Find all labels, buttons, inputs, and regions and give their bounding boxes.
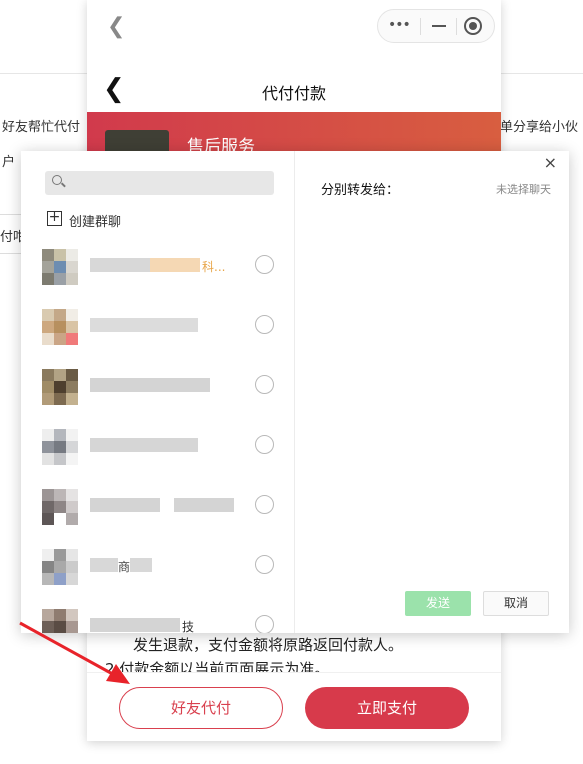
select-radio[interactable] bbox=[255, 495, 274, 514]
contact-item[interactable] bbox=[21, 363, 294, 423]
create-group-label: 创建群聊 bbox=[69, 215, 122, 230]
no-chat-selected-label: 未选择聊天 bbox=[496, 183, 551, 196]
more-icon[interactable]: ••• bbox=[388, 17, 411, 33]
minimize-icon[interactable] bbox=[432, 25, 446, 27]
background-text: 好友帮忙代付 bbox=[2, 120, 81, 135]
contact-item[interactable]: 技 bbox=[21, 603, 294, 633]
contact-name bbox=[90, 378, 240, 392]
avatar bbox=[42, 609, 78, 633]
contact-item[interactable]: 商 bbox=[21, 543, 294, 603]
avatar bbox=[42, 489, 78, 525]
search-box[interactable] bbox=[45, 171, 274, 195]
close-icon[interactable]: × bbox=[544, 153, 557, 172]
select-radio[interactable] bbox=[255, 615, 274, 633]
search-input[interactable] bbox=[67, 171, 267, 195]
avatar bbox=[42, 549, 78, 585]
divider bbox=[420, 18, 421, 35]
avatar bbox=[42, 429, 78, 465]
background-text: 单分享给小伙 bbox=[500, 120, 579, 135]
friend-pay-button[interactable]: 好友代付 bbox=[119, 687, 283, 729]
select-radio[interactable] bbox=[255, 435, 274, 454]
contact-item[interactable] bbox=[21, 483, 294, 543]
contact-picker: + 创建群聊 科... 商 技 bbox=[21, 151, 295, 633]
contact-name: 商 bbox=[90, 558, 240, 574]
divider bbox=[456, 18, 457, 35]
avatar bbox=[42, 309, 78, 345]
send-panel: × 分别转发给： 未选择聊天 发送 取消 bbox=[295, 151, 569, 633]
contact-name bbox=[90, 498, 240, 512]
avatar bbox=[42, 369, 78, 405]
select-radio[interactable] bbox=[255, 555, 274, 574]
chevron-left-icon[interactable]: ❮ bbox=[107, 14, 125, 39]
navigation-bar: ❮ 代付付款 bbox=[87, 68, 501, 112]
contact-item[interactable] bbox=[21, 423, 294, 483]
pay-now-button[interactable]: 立即支付 bbox=[305, 687, 469, 729]
capsule-menu: ••• bbox=[377, 9, 495, 43]
search-icon bbox=[52, 175, 62, 185]
contact-item[interactable]: 科... bbox=[21, 243, 294, 303]
send-button[interactable]: 发送 bbox=[405, 591, 471, 616]
contact-name: 科... bbox=[90, 258, 240, 274]
plus-icon: + bbox=[47, 209, 62, 226]
share-dialog: + 创建群聊 科... 商 技 × 分别转发给： 未选择聊天 发送 取消 bbox=[21, 151, 569, 633]
contact-name: 技 bbox=[90, 618, 240, 633]
contact-item[interactable] bbox=[21, 303, 294, 363]
select-radio[interactable] bbox=[255, 255, 274, 274]
page-title: 代付付款 bbox=[261, 84, 326, 103]
cancel-button[interactable]: 取消 bbox=[483, 591, 549, 616]
send-to-label: 分别转发给： bbox=[321, 183, 400, 198]
close-target-icon[interactable] bbox=[464, 17, 482, 35]
avatar bbox=[42, 249, 78, 285]
notice-line: 发生退款，支付金额将原路返回付款人。 bbox=[133, 636, 404, 654]
select-radio[interactable] bbox=[255, 315, 274, 334]
action-bar: 好友代付 立即支付 bbox=[87, 672, 501, 741]
select-radio[interactable] bbox=[255, 375, 274, 394]
contact-name bbox=[90, 438, 240, 452]
contact-name bbox=[90, 318, 240, 332]
background-text: 户 bbox=[2, 155, 16, 170]
